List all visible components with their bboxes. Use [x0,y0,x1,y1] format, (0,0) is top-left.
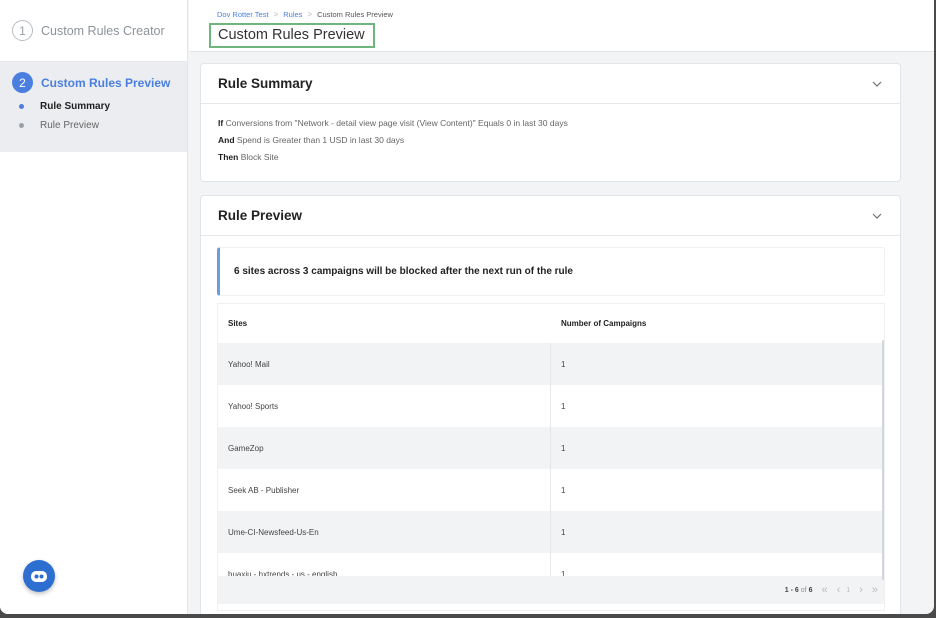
column-header-campaigns: Number of Campaigns [561,319,647,328]
next-page-icon[interactable]: › [859,584,863,596]
breadcrumb-link-account[interactable]: Dov Rotter Test [217,10,269,19]
prev-page-icon[interactable]: ‹ [837,584,841,596]
rule-text: Spend is Greater than 1 USD in last 30 d… [236,135,405,145]
chevron-down-icon[interactable] [871,210,883,222]
cell-campaigns: 1 [561,527,566,537]
rule-text: Conversions from "Network - detail view … [225,118,568,128]
rule-action-then: Then Block Site [218,149,883,166]
breadcrumb-current: Custom Rules Preview [317,10,393,19]
substep-label: Rule Summary [40,101,111,112]
rule-summary-header[interactable]: Rule Summary [201,64,900,104]
sites-table: Sites Number of Campaigns Yahoo! Mail 1 … [217,303,885,611]
first-page-icon[interactable]: « [822,584,828,596]
step-custom-rules-creator[interactable]: 1 Custom Rules Creator [0,0,187,62]
chat-bot-button[interactable] [23,560,55,592]
rule-summary-body: If Conversions from "Network - detail vi… [201,104,900,177]
step-custom-rules-preview: 2 Custom Rules Preview Rule Summary Rule… [0,62,187,152]
step-header[interactable]: 2 Custom Rules Preview [12,72,187,93]
active-dot-icon [19,104,24,109]
pagination-range: 1 - 6 [784,586,799,594]
cell-campaigns: 1 [561,359,566,369]
rule-preview-header[interactable]: Rule Preview [201,196,900,236]
cell-campaigns: 1 [561,443,566,453]
table-row: Seek AB - Publisher 1 [218,469,884,511]
rule-keyword: If [218,118,224,128]
cell-site: GameZop [218,427,551,469]
sidebar: 1 Custom Rules Creator 2 Custom Rules Pr… [0,0,188,614]
step-label: Custom Rules Preview [41,75,171,90]
cell-campaigns: 1 [561,485,566,495]
rule-condition-and: And Spend is Greater than 1 USD in last … [218,132,883,149]
cell-site: Ume-CI-Newsfeed-Us-En [218,511,551,553]
step-label: Custom Rules Creator [41,23,165,38]
chevron-down-icon[interactable] [871,78,883,90]
rule-condition-if: If Conversions from "Network - detail vi… [218,115,883,132]
cell-site: Seek AB - Publisher [218,469,551,511]
chevron-right-icon: > [273,10,279,19]
column-header-sites: Sites [228,319,248,328]
table-row: Ume-CI-Newsfeed-Us-En 1 [218,511,884,553]
card-title: Rule Summary [218,76,313,91]
last-page-icon[interactable]: » [872,584,878,596]
page-header: Dov Rotter Test > Rules > Custom Rules P… [189,0,934,52]
cell-campaigns: 1 [561,401,566,411]
step-number: 1 [12,20,33,41]
table-row: GameZop 1 [218,427,884,469]
pagination-of: of [800,586,807,594]
current-page-number: 1 [846,586,851,594]
chat-bot-icon [31,571,47,582]
app-window: 1 Custom Rules Creator 2 Custom Rules Pr… [0,0,934,614]
blocked-sites-notice: 6 sites across 3 campaigns will be block… [217,247,885,296]
table-header: Sites Number of Campaigns [218,304,884,343]
table-row: Yahoo! Sports 1 [218,385,884,427]
pagination: 1 - 6 of 6 « ‹ 1 › » [218,576,884,604]
rule-keyword: And [218,135,235,145]
table-row: Yahoo! Mail 1 [218,343,884,385]
breadcrumb: Dov Rotter Test > Rules > Custom Rules P… [217,10,393,19]
substep-rule-summary[interactable]: Rule Summary [12,101,187,112]
table-scrollbar[interactable] [882,340,884,580]
rule-text: Block Site [240,152,279,162]
pagination-total: 6 [808,586,813,594]
substep-label: Rule Preview [40,120,99,131]
chevron-right-icon: > [307,10,313,19]
inactive-dot-icon [19,123,24,128]
substep-rule-preview[interactable]: Rule Preview [12,120,187,131]
page-title: Custom Rules Preview [209,23,375,48]
cell-site: Yahoo! Mail [218,343,551,385]
rule-summary-card: Rule Summary If Conversions from "Networ… [200,63,901,182]
pagination-count: 1 - 6 of 6 [785,587,813,594]
cell-site: Yahoo! Sports [218,385,551,427]
step-number: 2 [12,72,33,93]
card-title: Rule Preview [218,208,303,223]
rule-keyword: Then [218,152,239,162]
breadcrumb-link-rules[interactable]: Rules [283,10,302,19]
rule-preview-card: Rule Preview 6 sites across 3 campaigns … [200,195,901,614]
